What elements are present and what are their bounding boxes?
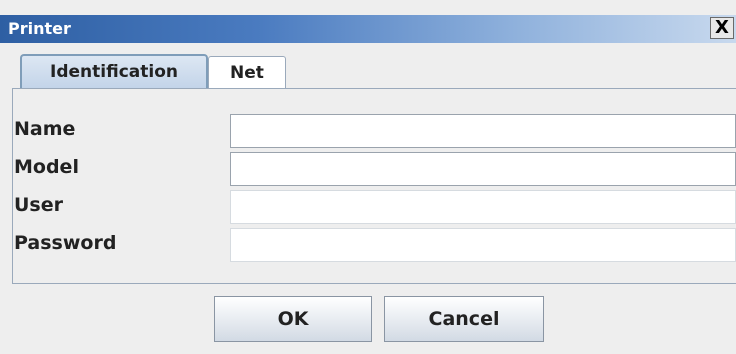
tab-net[interactable]: Net bbox=[208, 56, 286, 88]
ok-button[interactable]: OK bbox=[214, 296, 372, 342]
model-label: Model bbox=[14, 156, 79, 178]
model-field[interactable] bbox=[230, 152, 736, 186]
tab-identification[interactable]: Identification bbox=[20, 54, 208, 88]
cancel-button[interactable]: Cancel bbox=[384, 296, 544, 342]
name-label: Name bbox=[14, 118, 76, 140]
close-icon: X bbox=[715, 17, 729, 38]
password-field[interactable] bbox=[230, 228, 736, 262]
tab-net-label: Net bbox=[230, 63, 264, 83]
close-button[interactable]: X bbox=[710, 17, 734, 39]
window-title: Printer bbox=[8, 19, 71, 38]
title-bar[interactable]: Printer X bbox=[0, 15, 736, 43]
user-field[interactable] bbox=[230, 190, 736, 224]
password-label: Password bbox=[14, 232, 117, 254]
printer-dialog: Printer X Identification Net Name Model … bbox=[0, 0, 736, 354]
tab-identification-label: Identification bbox=[50, 62, 178, 82]
name-field[interactable] bbox=[230, 114, 736, 148]
user-label: User bbox=[14, 194, 63, 216]
